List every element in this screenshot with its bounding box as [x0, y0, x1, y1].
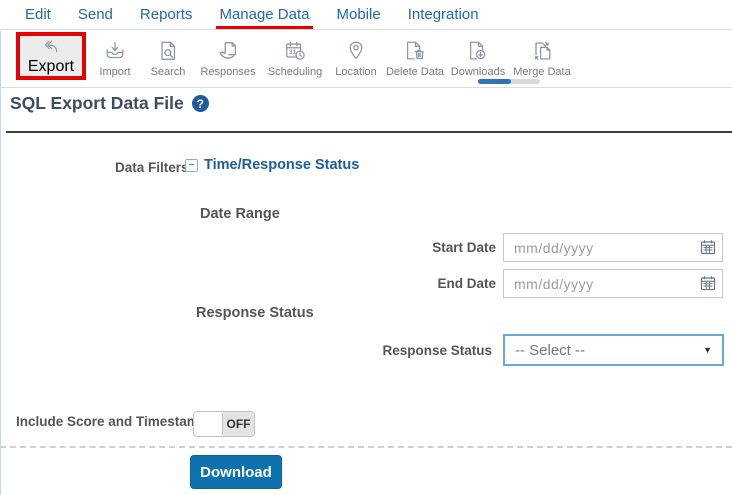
- response-status-select[interactable]: -- Select -- ▼: [503, 334, 724, 366]
- date-range-heading: Date Range: [200, 206, 280, 222]
- page-title: SQL Export Data File: [10, 93, 184, 113]
- toolbar-item-location-label: Location: [335, 66, 377, 78]
- end-date-field-wrap: [503, 269, 723, 298]
- filter-group-toggle[interactable]: − Time/Response Status: [185, 157, 359, 173]
- end-date-label: End Date: [437, 276, 496, 291]
- toolbar-item-responses-label: Responses: [200, 66, 256, 78]
- title-divider: [6, 131, 732, 133]
- toolbar-scrollbar[interactable]: [478, 79, 540, 84]
- toggle-state-label: OFF: [223, 412, 254, 436]
- nav-item-edit[interactable]: Edit: [25, 6, 51, 23]
- toolbar-item-responses[interactable]: Responses: [198, 31, 258, 78]
- location-icon: [349, 41, 363, 60]
- response-status-heading: Response Status: [196, 305, 314, 321]
- manage-data-toolbar: Export Import Search Responses 31 Schedu…: [0, 31, 732, 88]
- panel-left-border: [0, 31, 1, 495]
- score-timestamp-toggle[interactable]: OFF: [193, 411, 255, 437]
- toolbar-item-downloads-label: Downloads: [450, 66, 506, 78]
- toolbar-item-delete-data[interactable]: Delete Data: [386, 31, 444, 78]
- start-date-input[interactable]: [503, 233, 723, 262]
- export-icon: [44, 40, 58, 53]
- responses-icon: [219, 42, 237, 59]
- toolbar-item-merge-data[interactable]: Merge Data: [512, 31, 572, 78]
- nav-item-mobile[interactable]: Mobile: [337, 6, 381, 23]
- toolbar-item-downloads[interactable]: Downloads: [450, 31, 506, 78]
- footer-divider: [0, 446, 732, 448]
- collapse-icon[interactable]: −: [185, 158, 198, 172]
- toolbar-item-merge-data-label: Merge Data: [513, 66, 571, 78]
- search-icon: [161, 41, 176, 60]
- delete-data-icon: [406, 41, 424, 60]
- toolbar-item-export-label: Export: [27, 58, 75, 75]
- calendar-icon[interactable]: [700, 239, 716, 255]
- toolbar-item-search-label: Search: [150, 66, 186, 78]
- toolbar-item-import[interactable]: Import: [92, 31, 138, 78]
- toolbar-item-search[interactable]: Search: [144, 31, 192, 78]
- start-date-label: Start Date: [432, 240, 496, 255]
- nav-item-manage-data-label: Manage Data: [219, 6, 310, 23]
- sql-export-page: Edit Send Reports Manage Data Mobile Int…: [0, 0, 732, 495]
- response-status-label: Response Status: [382, 343, 492, 358]
- end-date-input[interactable]: [503, 269, 723, 298]
- scheduling-icon: 31: [286, 41, 305, 60]
- start-date-field-wrap: [503, 233, 723, 262]
- downloads-icon: [469, 41, 486, 60]
- toggle-knob: [194, 412, 223, 436]
- nav-item-reports[interactable]: Reports: [140, 6, 193, 23]
- title-row: SQL Export Data File ?: [10, 93, 209, 114]
- toolbar-item-location[interactable]: Location: [332, 31, 380, 78]
- download-button[interactable]: Download: [190, 455, 282, 489]
- toolbar-item-scheduling-label: Scheduling: [267, 66, 323, 78]
- calendar-icon[interactable]: [700, 275, 716, 291]
- response-status-selected-value: -- Select --: [515, 341, 586, 359]
- nav-item-manage-data[interactable]: Manage Data: [216, 6, 313, 29]
- filter-group-label: Time/Response Status: [204, 157, 360, 173]
- toolbar-scrollbar-thumb[interactable]: [478, 79, 511, 84]
- top-nav: Edit Send Reports Manage Data Mobile Int…: [0, 0, 732, 30]
- data-filters-label: Data Filters: [115, 160, 189, 175]
- toolbar-item-export[interactable]: Export: [16, 32, 86, 80]
- merge-data-icon: [534, 42, 551, 60]
- help-icon[interactable]: ?: [191, 95, 209, 112]
- nav-item-integration[interactable]: Integration: [408, 6, 479, 23]
- dropdown-arrow-icon: ▼: [703, 345, 712, 355]
- svg-text:31: 31: [289, 49, 297, 56]
- score-timestamp-label: Include Score and Timestamp: [16, 414, 208, 429]
- nav-item-send[interactable]: Send: [78, 6, 113, 23]
- toolbar-item-scheduling[interactable]: 31 Scheduling: [264, 31, 326, 78]
- toolbar-item-delete-data-label: Delete Data: [385, 66, 445, 78]
- annotation-underline: [216, 26, 313, 29]
- toolbar-item-import-label: Import: [99, 66, 131, 78]
- import-icon: [106, 42, 124, 59]
